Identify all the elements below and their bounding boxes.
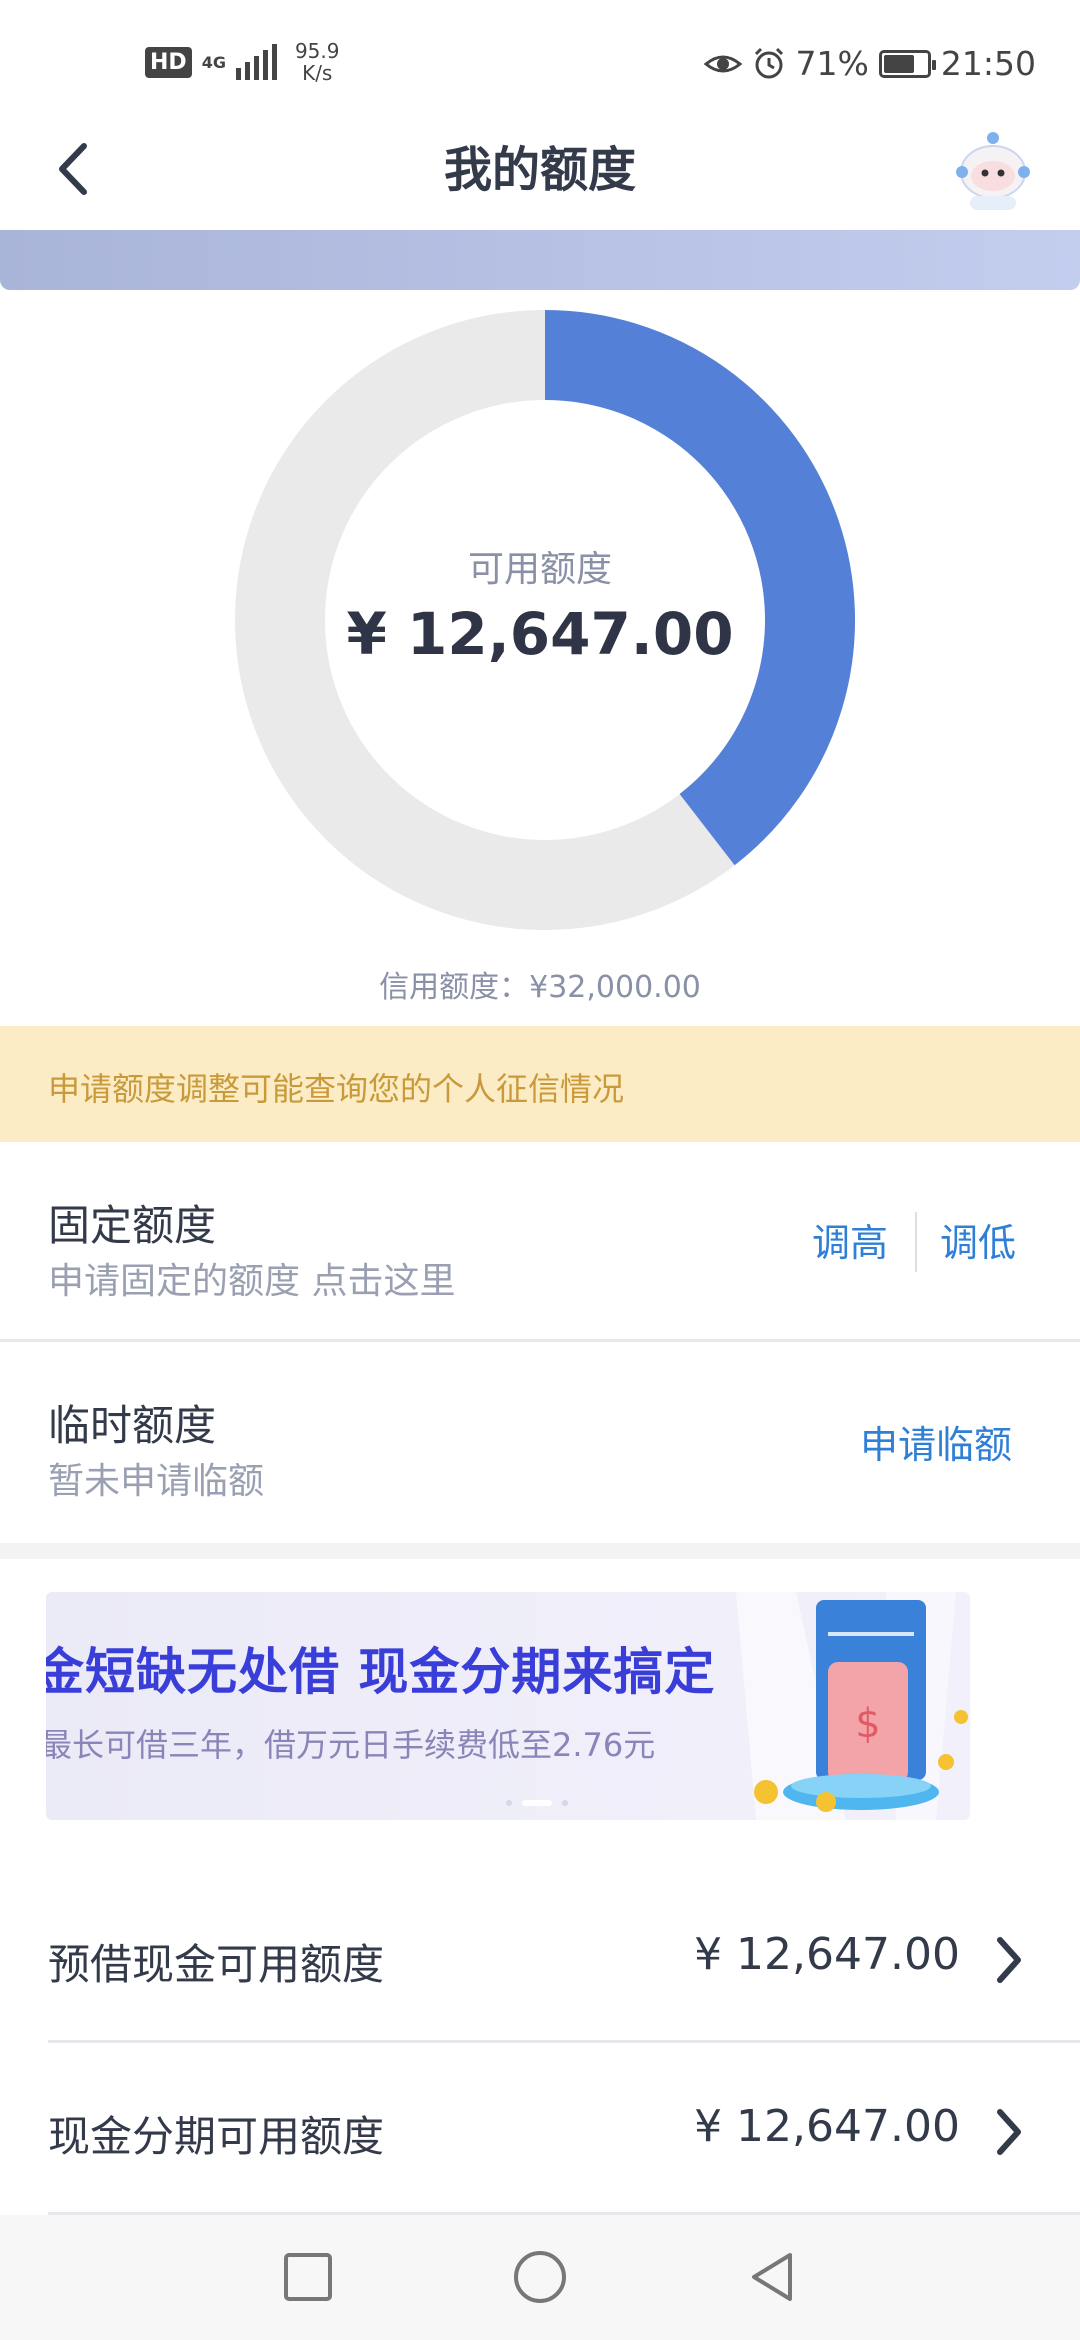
chevron-right-icon [997,1937,1021,1983]
battery-icon [878,49,936,78]
temp-quota-row: 临时额度 暂未申请临额 申请临额 [0,1342,1080,1542]
promo-banner[interactable]: 金短缺无处借 现金分期来搞定 最长可借三年，借万元日手续费低至2.76元 $ [46,1592,970,1820]
cash-installment-label: 现金分期可用额度 [48,2112,385,2161]
status-right: 71% 21:50 [703,44,1036,83]
cash-advance-value: ¥ 12,647.00 [694,1929,960,1980]
assistant-robot-icon[interactable] [950,128,1036,214]
back-triangle-icon[interactable] [740,2245,804,2309]
battery-percent: 71% [795,44,869,83]
fixed-quota-row: 固定额度 申请固定的额度 点击这里 调高 调低 [0,1142,1080,1337]
banner-dot-active[interactable] [522,1800,552,1806]
banner-pagination [506,1800,568,1806]
svg-text:$: $ [855,1701,880,1747]
chevron-right-icon [997,2109,1021,2155]
cash-installment-row[interactable]: 现金分期可用额度 ¥ 12,647.00 [0,2045,1080,2215]
network-type: 4G [201,52,226,72]
fixed-quota-subtitle[interactable]: 申请固定的额度 点击这里 [48,1252,455,1304]
donut-available-arc [544,310,855,866]
row-divider [48,2040,1080,2043]
card-strip [0,230,1080,290]
system-nav-bar [0,2215,1080,2340]
cash-installment-value: ¥ 12,647.00 [694,2101,960,2152]
cash-advance-row[interactable]: 预借现金可用额度 ¥ 12,647.00 [0,1873,1080,2043]
banner-title: 金短缺无处借 现金分期来搞定 [46,1643,716,1701]
decrease-quota-button[interactable]: 调低 [940,1212,1016,1267]
notice-text: 申请额度调整可能查询您的个人征信情况 [48,1070,625,1108]
link-divider [915,1212,917,1272]
app-header: 我的额度 [0,110,1080,230]
signal-icon [235,44,277,80]
page-title: 我的额度 [443,142,636,198]
available-amount: ¥ 12,647.00 [346,600,734,668]
cash-advance-label: 预借现金可用额度 [48,1940,385,1989]
credit-check-notice: 申请额度调整可能查询您的个人征信情况 [0,1026,1080,1142]
clock: 21:50 [940,44,1036,83]
status-left: HD 4G 95.9 K/s [145,40,339,84]
increase-quota-button[interactable]: 调高 [812,1212,888,1267]
banner-dot[interactable] [562,1800,568,1806]
temp-quota-subtitle: 暂未申请临额 [48,1461,265,1502]
hd-badge: HD [145,46,192,78]
temp-quota-title: 临时额度 [48,1401,217,1450]
recents-square-icon[interactable] [276,2245,340,2309]
credit-limit: 信用额度：¥32,000.00 [379,970,701,1005]
eye-comfort-icon [703,55,742,72]
apply-temp-quota-button[interactable]: 申请临额 [860,1414,1012,1469]
home-circle-icon[interactable] [508,2245,572,2309]
net-speed: 95.9 K/s [294,39,340,85]
bank-card-illustration-icon: $ [736,1592,968,1820]
alarm-icon [754,47,783,78]
banner-dot[interactable] [506,1800,512,1806]
fixed-quota-title: 固定额度 [48,1201,217,1250]
available-label: 可用额度 [467,549,612,590]
banner-subtitle: 最长可借三年，借万元日手续费低至2.76元 [46,1726,656,1764]
section-gap [0,1543,1080,1559]
